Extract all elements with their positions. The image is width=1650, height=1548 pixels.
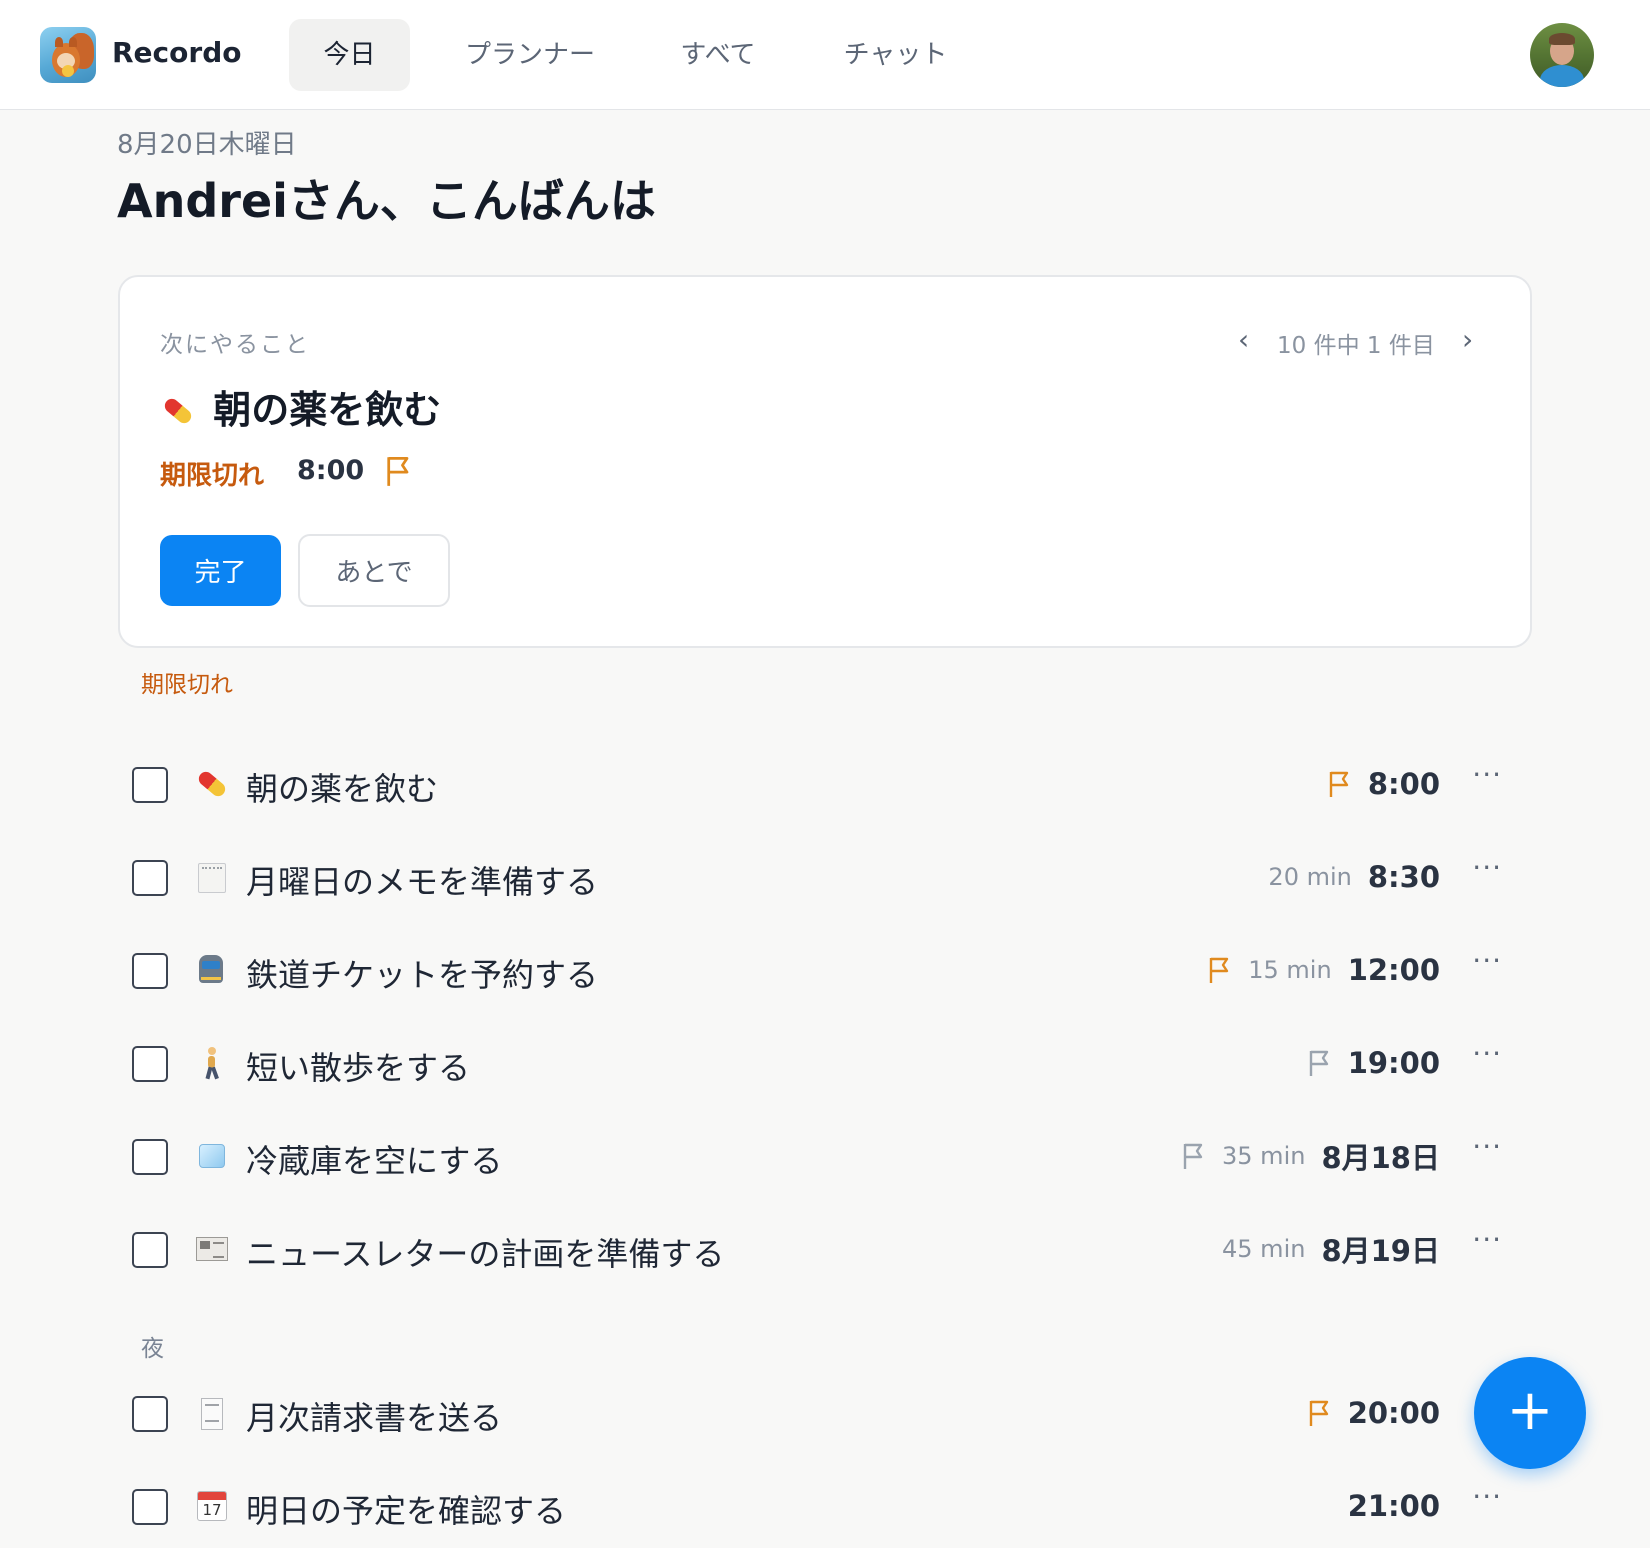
task-row[interactable]: 鉄道チケットを予約する 15 min 12:00 ··· [120,932,1520,1012]
recordo-logo-icon[interactable] [40,27,96,83]
task-checkbox[interactable] [132,1396,168,1432]
user-avatar[interactable] [1530,23,1594,87]
task-title: 短い散歩をする [246,1049,471,1087]
next-task-time: 8:00 [297,455,365,486]
task-row[interactable]: 17 明日の予定を確認する 21:00 ··· [120,1468,1520,1548]
task-time: 8:30 [1367,860,1440,894]
task-duration: 15 min [1248,956,1332,984]
pill-icon [160,391,200,427]
top-bar: Recordo 今日 プランナー すべて チャット [0,0,1650,110]
calendar-icon: 17 [194,1488,228,1522]
task-duration: 45 min [1222,1235,1306,1263]
task-row[interactable]: 朝の薬を飲む 8:00 ··· [120,746,1520,826]
task-time: 8:00 [1367,767,1440,801]
task-row[interactable]: 月曜日のメモを準備する 20 min 8:30 ··· [120,839,1520,919]
tab-chat[interactable]: チャット [828,19,963,91]
newspaper-icon [194,1231,228,1265]
task-duration: 35 min [1222,1142,1306,1170]
task-checkbox[interactable] [132,1489,168,1525]
section-overdue-label: 期限切れ [141,672,233,698]
task-checkbox[interactable] [132,1139,168,1175]
task-checkbox[interactable] [132,953,168,989]
more-options-icon[interactable]: ··· [1472,1480,1502,1513]
memo-icon [194,859,228,893]
walking-person-icon [194,1045,228,1080]
flag-icon[interactable] [1208,956,1232,984]
flag-icon[interactable] [385,455,413,491]
pager-next-button[interactable]: › [1462,323,1473,356]
receipt-icon [194,1395,228,1430]
task-title: 月次請求書を送る [246,1399,503,1437]
next-task-title-text: 朝の薬を飲む [213,388,442,432]
task-checkbox[interactable] [132,1046,168,1082]
overdue-status: 期限切れ [160,461,265,491]
task-title: ニュースレターの計画を準備する [246,1235,725,1273]
task-row[interactable]: 冷蔵庫を空にする 35 min 8月18日 ··· [120,1118,1520,1198]
task-duration: 20 min [1268,863,1352,891]
later-button[interactable]: あとで [298,534,450,607]
more-options-icon[interactable]: ··· [1472,1223,1502,1256]
section-night-label: 夜 [141,1336,164,1362]
flag-icon[interactable] [1182,1142,1206,1170]
greeting-title: Andreiさん、こんばんは [117,174,656,228]
task-row[interactable]: 短い散歩をする 19:00 ··· [120,1025,1520,1105]
current-date: 8月20日木曜日 [117,130,297,160]
more-options-icon[interactable]: ··· [1472,758,1502,791]
tab-today[interactable]: 今日 [289,19,410,91]
more-options-icon[interactable]: ··· [1472,1037,1502,1070]
more-options-icon[interactable]: ··· [1472,944,1502,977]
pager-prev-button[interactable]: ‹ [1238,323,1249,356]
task-time: 8月18日 [1321,1141,1440,1175]
add-task-button[interactable]: + [1474,1357,1586,1469]
task-time: 8月19日 [1321,1234,1440,1268]
task-row[interactable]: 月次請求書を送る 20:00 [120,1375,1520,1455]
task-title: 月曜日のメモを準備する [246,863,599,901]
flag-icon[interactable] [1328,770,1352,798]
next-task-title: 朝の薬を飲む [160,379,441,434]
task-checkbox[interactable] [132,767,168,803]
task-title: 鉄道チケットを予約する [246,956,599,994]
app-name: Recordo [112,36,242,69]
flag-icon[interactable] [1308,1049,1332,1077]
task-title: 朝の薬を飲む [246,770,439,808]
train-icon [194,952,228,986]
tab-all[interactable]: すべて [663,19,773,91]
task-time: 12:00 [1347,953,1440,987]
task-time: 19:00 [1347,1046,1440,1080]
pager-position: 10 件中 1 件目 [1277,333,1435,359]
task-time: 20:00 [1347,1396,1440,1430]
ice-cube-icon [194,1138,228,1172]
next-task-card: 次にやること ‹ 10 件中 1 件目 › 朝の薬を飲む 期限切れ 8:00 完… [118,275,1532,648]
task-row[interactable]: ニュースレターの計画を準備する 45 min 8月19日 ··· [120,1211,1520,1291]
task-title: 明日の予定を確認する [246,1492,567,1530]
task-time: 21:00 [1347,1489,1440,1523]
next-task-label: 次にやること [160,332,310,358]
task-checkbox[interactable] [132,860,168,896]
task-checkbox[interactable] [132,1232,168,1268]
flag-icon[interactable] [1308,1399,1332,1427]
done-button[interactable]: 完了 [160,535,281,606]
more-options-icon[interactable]: ··· [1472,1130,1502,1163]
pill-icon [194,766,228,800]
task-title: 冷蔵庫を空にする [246,1142,503,1180]
tab-planner[interactable]: プランナー [447,19,613,91]
more-options-icon[interactable]: ··· [1472,851,1502,884]
